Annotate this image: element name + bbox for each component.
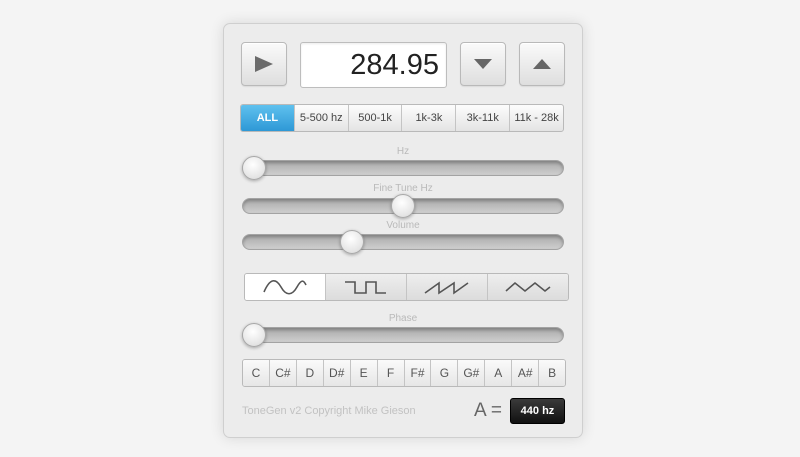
note-key[interactable]: A#: [511, 360, 539, 386]
sine-wave-icon: [263, 280, 307, 295]
range-tab-5[interactable]: 11k - 28k: [509, 105, 563, 131]
volume-slider-thumb[interactable]: [340, 230, 365, 254]
waveform-selector: [244, 273, 569, 301]
note-key[interactable]: D: [295, 360, 323, 386]
range-tab-0[interactable]: ALL: [241, 105, 294, 131]
waveform-triangle-button[interactable]: [487, 274, 568, 300]
waveform-sine-button[interactable]: [245, 274, 325, 300]
triangle-down-icon: [474, 59, 492, 69]
frequency-display[interactable]: 284.95: [300, 42, 447, 88]
note-key[interactable]: C#: [268, 360, 296, 386]
hz-slider-thumb[interactable]: [242, 156, 266, 180]
volume-slider-label: Volume: [386, 220, 420, 231]
waveform-sawtooth-button[interactable]: [406, 274, 487, 300]
a-equals-label: A =: [474, 400, 502, 421]
note-key[interactable]: A: [484, 360, 512, 386]
triangle-wave-icon: [505, 281, 551, 293]
note-key[interactable]: B: [538, 360, 565, 386]
decrease-button[interactable]: [460, 42, 506, 86]
range-tab-3[interactable]: 1k-3k: [401, 105, 455, 131]
triangle-up-icon: [533, 59, 551, 69]
phase-slider-label: Phase: [388, 313, 418, 324]
sawtooth-wave-icon: [424, 281, 469, 295]
tone-generator-panel: 284.95 ALL 5-500 hz 500-1k 1k-3k 3k-11k 11k -…: [223, 23, 583, 438]
note-key[interactable]: C: [243, 360, 269, 386]
hz-slider-label: Hz: [396, 146, 410, 157]
fine-tune-slider-thumb[interactable]: [391, 194, 415, 218]
note-key[interactable]: F: [376, 360, 404, 386]
range-tab-1[interactable]: 5-500 hz: [293, 105, 348, 131]
waveform-square-button[interactable]: [325, 274, 406, 300]
note-key[interactable]: D#: [322, 360, 350, 386]
square-wave-icon: [345, 281, 386, 294]
note-key[interactable]: G#: [457, 360, 485, 386]
range-tab-4[interactable]: 3k-11k: [455, 105, 509, 131]
phase-slider-thumb[interactable]: [242, 323, 266, 347]
play-button[interactable]: [241, 42, 287, 86]
volume-slider-track[interactable]: [242, 234, 564, 250]
note-key[interactable]: F#: [403, 360, 431, 386]
increase-button[interactable]: [519, 42, 565, 86]
play-icon: [255, 56, 273, 72]
copyright-text: ToneGen v2 Copyright Mike Gieson: [242, 405, 416, 417]
hz-slider-track[interactable]: [242, 160, 564, 176]
reference-pitch-button[interactable]: 440 hz: [510, 398, 565, 424]
fine-tune-slider-label: Fine Tune Hz: [373, 183, 433, 194]
note-key[interactable]: G: [430, 360, 458, 386]
phase-slider-track[interactable]: [242, 327, 564, 343]
frequency-range-selector: ALL 5-500 hz 500-1k 1k-3k 3k-11k 11k - 28k: [240, 104, 564, 132]
range-tab-2[interactable]: 500-1k: [347, 105, 402, 131]
note-selector: C C# D D# E F F# G G# A A# B: [242, 359, 566, 387]
note-key[interactable]: E: [349, 360, 377, 386]
